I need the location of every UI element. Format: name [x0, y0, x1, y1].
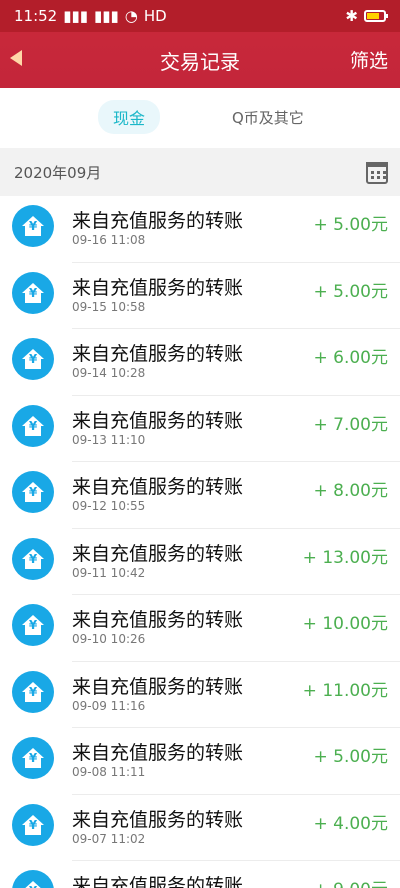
- status-right: ✱: [345, 7, 388, 25]
- status-bar: 11:52 ▮▮▮ ▮▮▮ ◔ HD ✱: [0, 0, 400, 32]
- battery-icon: [364, 10, 388, 22]
- transaction-title: 来自充值服务的转账: [72, 875, 244, 888]
- top-navbar: 交易记录 筛选: [0, 32, 400, 88]
- house-yen-icon: ¥: [12, 870, 54, 888]
- transaction-list: ¥ 来自充值服务的转账 09-16 11:08 + 5.00元 ¥ 来自充值服务…: [0, 196, 400, 888]
- transaction-amount: + 9.00元: [314, 875, 389, 888]
- transaction-title: 来自充值服务的转账: [72, 609, 244, 631]
- transaction-amount: + 5.00元: [313, 281, 389, 302]
- wifi-icon: ◔: [124, 7, 138, 25]
- house-yen-icon: ¥: [12, 205, 54, 247]
- house-yen-icon: ¥: [12, 803, 54, 846]
- transaction-time: 09-13 11:10: [72, 432, 146, 447]
- transaction-row[interactable]: ¥ 来自充值服务的转账 09-08 11:11 + 5.00元: [0, 728, 400, 795]
- transaction-row[interactable]: ¥ 来自充值服务的转账 09-11 10:42 + 13.00元: [0, 528, 400, 595]
- signal-icon: ▮▮▮: [94, 7, 119, 25]
- transaction-amount: + 8.00元: [313, 481, 389, 501]
- transaction-time: 09-09 11:16: [72, 698, 146, 713]
- house-yen-icon: ¥: [12, 404, 54, 447]
- transaction-title: 来自充值服务的转账: [72, 210, 244, 232]
- page-title: 交易记录: [160, 49, 240, 74]
- house-yen-icon: ¥: [12, 338, 54, 380]
- transaction-time: 09-15 10:58: [72, 299, 146, 314]
- transaction-time: 09-11 10:42: [72, 565, 146, 580]
- transaction-row[interactable]: ¥ 来自充值服务的转账 09-12 10:55 + 8.00元: [0, 462, 400, 529]
- tab-bar: 现金 Q币及其它: [0, 88, 400, 148]
- house-yen-icon: ¥: [12, 737, 54, 779]
- house-yen-icon: ¥: [12, 271, 54, 314]
- transaction-time: 09-10 10:26: [72, 632, 146, 646]
- transaction-amount: + 7.00元: [313, 414, 389, 435]
- transaction-time: 09-12 10:55: [72, 499, 146, 513]
- status-left: 11:52 ▮▮▮ ▮▮▮ ◔ HD: [14, 7, 167, 25]
- status-time: 11:52: [14, 7, 58, 25]
- transaction-title: 来自充值服务的转账: [72, 542, 244, 565]
- month-label: 2020年09月: [14, 163, 102, 182]
- transaction-amount: + 4.00元: [313, 813, 389, 834]
- transaction-title: 来自充值服务的转账: [72, 808, 244, 831]
- transaction-title: 来自充值服务的转账: [72, 675, 244, 698]
- transaction-row[interactable]: ¥ 来自充值服务的转账 09-07 11:02 + 4.00元: [0, 794, 400, 861]
- transaction-amount: + 5.00元: [313, 215, 389, 235]
- transaction-title: 来自充值服务的转账: [72, 343, 244, 365]
- transaction-time: 09-14 10:28: [72, 366, 146, 380]
- house-yen-icon: ¥: [12, 537, 54, 580]
- transaction-row[interactable]: ¥ 来自充值服务的转账 09-10 10:26 + 10.00元: [0, 595, 400, 662]
- transaction-time: 09-16 11:08: [72, 233, 146, 247]
- transaction-amount: + 10.00元: [302, 614, 388, 634]
- transaction-amount: + 11.00元: [302, 680, 388, 701]
- transaction-title: 来自充值服务的转账: [72, 409, 244, 432]
- transaction-row[interactable]: ¥ 来自充值服务的转账 + 9.00元: [0, 861, 400, 888]
- transaction-row[interactable]: ¥ 来自充值服务的转账 09-13 11:10 + 7.00元: [0, 395, 400, 462]
- transaction-row[interactable]: ¥ 来自充值服务的转账 09-09 11:16 + 11.00元: [0, 661, 400, 728]
- calendar-icon[interactable]: [366, 162, 388, 184]
- transaction-row[interactable]: ¥ 来自充值服务的转账 09-14 10:28 + 6.00元: [0, 329, 400, 396]
- transaction-row[interactable]: ¥ 来自充值服务的转账 09-16 11:08 + 5.00元: [0, 196, 400, 263]
- transaction-amount: + 6.00元: [313, 348, 389, 368]
- back-arrow-icon[interactable]: [10, 50, 22, 66]
- tab-cash[interactable]: 现金: [98, 100, 160, 134]
- transaction-amount: + 13.00元: [302, 547, 388, 568]
- transaction-title: 来自充值服务的转账: [72, 476, 244, 498]
- signal-icon: ▮▮▮: [63, 7, 88, 25]
- transaction-time: 09-07 11:02: [72, 831, 146, 846]
- transaction-amount: + 5.00元: [313, 747, 389, 767]
- transaction-title: 来自充值服务的转账: [72, 276, 244, 299]
- network-type: HD: [143, 7, 167, 25]
- filter-button[interactable]: 筛选: [350, 46, 388, 73]
- transaction-time: 09-08 11:11: [72, 765, 146, 779]
- transaction-title: 来自充值服务的转账: [72, 742, 244, 764]
- house-yen-icon: ¥: [12, 670, 54, 713]
- bluetooth-icon: ✱: [345, 7, 358, 25]
- house-yen-icon: ¥: [12, 471, 54, 513]
- tab-q-coins-and-other[interactable]: Q币及其它: [232, 100, 304, 134]
- house-yen-icon: ¥: [12, 604, 54, 646]
- transaction-row[interactable]: ¥ 来自充值服务的转账 09-15 10:58 + 5.00元: [0, 262, 400, 329]
- month-header: 2020年09月: [0, 148, 400, 196]
